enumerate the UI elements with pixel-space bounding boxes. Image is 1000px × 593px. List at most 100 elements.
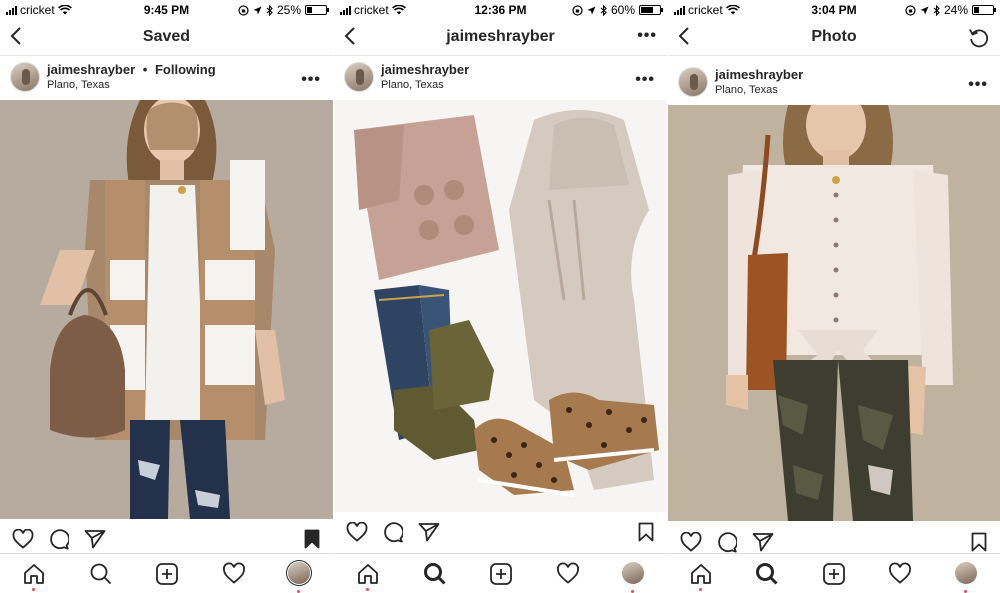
page-title: Photo [811, 28, 857, 45]
post-action-bar [334, 514, 667, 550]
post-photo[interactable] [0, 100, 333, 519]
bookmark-icon[interactable] [638, 522, 654, 542]
phone-screen-profile-post: cricket 12:36 PM 60% jaimeshrayber ••• j… [334, 0, 667, 593]
tab-home[interactable] [22, 562, 46, 591]
navigation-bar: jaimeshrayber ••• [334, 20, 667, 56]
post-header: jaimeshrayber • Following Plano, Texas •… [0, 57, 333, 101]
comment-icon[interactable] [716, 532, 737, 553]
post-header: jaimeshrayber Plano, Texas ••• [334, 57, 667, 101]
tab-home[interactable] [356, 562, 380, 591]
profile-avatar [622, 562, 644, 584]
post-action-bar [0, 521, 333, 557]
battery-icon [639, 5, 663, 15]
battery-percent: 25% [276, 3, 301, 17]
post-photo[interactable] [668, 105, 1000, 521]
avatar[interactable] [10, 62, 40, 92]
tab-activity[interactable] [556, 562, 580, 586]
orientation-lock-icon [905, 4, 916, 16]
post-username[interactable]: jaimeshrayber [381, 62, 469, 77]
status-bar: cricket 9:45 PM 25% [0, 0, 333, 20]
tab-home[interactable] [689, 562, 713, 591]
following-status[interactable]: Following [155, 62, 216, 77]
photo-woman-cardigan [0, 100, 333, 519]
location-arrow-icon [253, 6, 262, 14]
bookmark-icon[interactable] [971, 532, 987, 552]
heart-icon [889, 562, 911, 584]
post-location[interactable]: Plano, Texas [715, 84, 778, 96]
avatar[interactable] [678, 67, 708, 97]
tab-new-post[interactable] [822, 562, 846, 586]
tab-activity[interactable] [888, 562, 912, 586]
location-arrow-icon [920, 6, 929, 14]
navigation-bar: Photo [668, 20, 1000, 56]
bluetooth-icon [266, 4, 273, 16]
add-post-icon [823, 563, 845, 585]
paper-plane-icon[interactable] [418, 522, 440, 542]
phone-screen-photo: cricket 3:04 PM 24% Photo jaimeshrayber … [668, 0, 1000, 593]
comment-icon[interactable] [48, 529, 69, 550]
tab-search[interactable] [89, 562, 113, 586]
refresh-icon[interactable] [968, 27, 990, 49]
tab-search[interactable] [755, 562, 779, 586]
more-horizontal-icon[interactable]: ••• [635, 71, 655, 89]
search-icon [90, 563, 112, 585]
post-location[interactable]: Plano, Texas [381, 79, 444, 91]
tab-bar [668, 553, 1000, 593]
search-icon [756, 563, 778, 585]
bookmark-icon[interactable] [304, 529, 320, 549]
status-bar: cricket 12:36 PM 60% [334, 0, 667, 20]
tab-new-post[interactable] [489, 562, 513, 586]
post-username[interactable]: jaimeshrayber [47, 62, 135, 77]
battery-percent: 60% [610, 3, 635, 17]
add-post-icon [156, 563, 178, 585]
tab-bar [0, 553, 333, 593]
more-horizontal-icon[interactable]: ••• [301, 71, 321, 89]
tab-new-post[interactable] [155, 562, 179, 586]
avatar[interactable] [344, 62, 374, 92]
tab-profile[interactable] [622, 562, 646, 593]
battery-icon [972, 5, 996, 15]
battery-icon [305, 5, 329, 15]
heart-outline-icon[interactable] [12, 529, 34, 549]
tab-search[interactable] [423, 562, 447, 586]
post-username[interactable]: jaimeshrayber [715, 67, 803, 82]
tab-activity[interactable] [222, 562, 246, 586]
post-username-line: jaimeshrayber • Following [47, 62, 216, 77]
photo-woman-tote-bag [668, 105, 1000, 521]
add-post-icon [490, 563, 512, 585]
navigation-bar: Saved [0, 20, 333, 56]
home-icon [358, 564, 378, 584]
notification-dot [32, 588, 35, 591]
photo-flatlay-outfit [334, 100, 667, 512]
profile-avatar [955, 562, 977, 584]
notification-dot [366, 588, 369, 591]
post-header: jaimeshrayber Plano, Texas ••• [668, 62, 1000, 106]
heart-icon [557, 562, 579, 584]
search-icon [424, 563, 446, 585]
heart-outline-icon[interactable] [346, 522, 368, 542]
bluetooth-icon [600, 4, 607, 16]
page-title: Saved [142, 28, 191, 45]
notification-dot [699, 588, 702, 591]
location-arrow-icon [587, 6, 596, 14]
separator-dot: • [142, 62, 148, 77]
bluetooth-icon [933, 4, 940, 16]
comment-icon[interactable] [382, 522, 403, 543]
paper-plane-icon[interactable] [752, 532, 774, 552]
status-bar: cricket 3:04 PM 24% [668, 0, 1000, 20]
post-location[interactable]: Plano, Texas [47, 79, 110, 91]
orientation-lock-icon [238, 4, 249, 16]
more-horizontal-icon[interactable]: ••• [968, 76, 988, 94]
profile-avatar [288, 562, 310, 584]
tab-bar [334, 553, 667, 593]
tab-profile[interactable] [288, 562, 312, 593]
more-horizontal-icon[interactable]: ••• [637, 27, 657, 45]
battery-percent: 24% [943, 3, 968, 17]
phone-screen-saved: cricket 9:45 PM 25% Saved jaimeshrayber … [0, 0, 333, 593]
paper-plane-icon[interactable] [84, 529, 106, 549]
tab-profile[interactable] [955, 562, 979, 593]
post-photo[interactable] [334, 100, 667, 512]
page-title: jaimeshrayber [446, 28, 555, 45]
heart-outline-icon[interactable] [680, 532, 702, 552]
home-icon [691, 564, 711, 584]
